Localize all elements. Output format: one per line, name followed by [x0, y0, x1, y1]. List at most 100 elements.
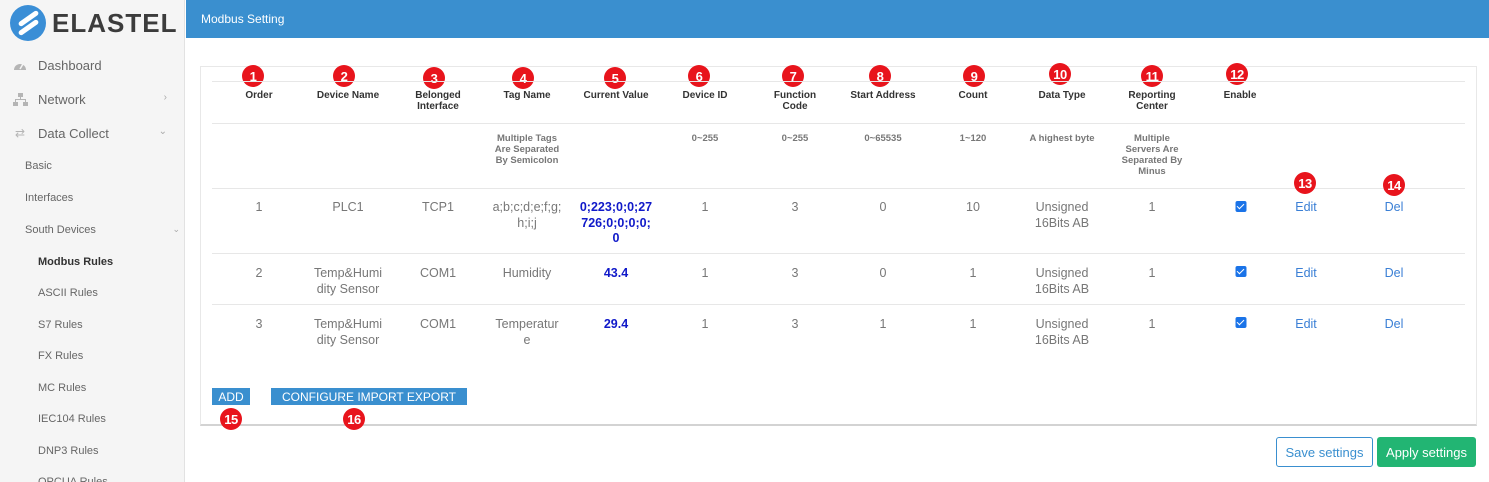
sidebar-item-ascii-rules[interactable]: ASCII Rules [0, 278, 184, 310]
col-header-start-address: Start Address [850, 90, 916, 101]
save-settings-button[interactable]: Save settings [1276, 437, 1373, 467]
hint-device-id: 0~255 [691, 133, 719, 144]
cell-data-type: Unsigned 16Bits AB [1034, 317, 1090, 347]
col-header-reporting-center: Reporting Center [1128, 90, 1176, 112]
col-header-count: Count [958, 90, 988, 101]
cell-interface: COM1 [419, 266, 457, 280]
cell-current-value: 29.4 [603, 317, 629, 331]
callout-badge: 14 [1383, 174, 1405, 196]
callout-badge: 15 [220, 408, 242, 430]
table-divider [212, 81, 1465, 82]
configure-import-export-button[interactable]: CONFIGURE IMPORT EXPORT [271, 388, 467, 405]
col-header-device-name: Device Name [316, 90, 380, 101]
cell-reporting-center: 1 [1148, 200, 1156, 214]
network-icon [12, 91, 28, 107]
table-divider [212, 188, 1465, 189]
logo-text: ELASTEL [52, 7, 178, 38]
hint-reporting-center: Multiple Servers Are Separated By Minus [1121, 133, 1183, 177]
cell-tag-name: Humidity [502, 266, 552, 280]
page-title: Modbus Setting [201, 12, 285, 26]
cell-order: 1 [255, 200, 263, 214]
edit-link[interactable]: Edit [1295, 266, 1317, 282]
sidebar-item-opcua-rules[interactable]: OPCUA Rules [0, 467, 184, 482]
cell-data-type: Unsigned 16Bits AB [1034, 266, 1090, 296]
callout-badge: 6 [688, 65, 710, 87]
col-header-function-code: Function Code [773, 90, 817, 112]
cell-order: 2 [255, 266, 263, 280]
cell-start-address: 1 [879, 317, 887, 331]
callout-badge: 9 [963, 65, 985, 87]
enable-checkbox[interactable] [1235, 317, 1247, 328]
cell-start-address: 0 [879, 266, 887, 280]
exchange-icon: ⇄ [14, 126, 26, 140]
cell-count: 1 [969, 266, 977, 280]
sidebar-item-dnp3-rules[interactable]: DNP3 Rules [0, 435, 184, 467]
cell-device-id: 1 [701, 200, 709, 214]
col-header-data-type: Data Type [1038, 90, 1086, 101]
sidebar-item-s7-rules[interactable]: S7 Rules [0, 309, 184, 341]
callout-badge: 4 [512, 67, 534, 89]
callout-badge: 1 [242, 65, 264, 87]
enable-checkbox[interactable] [1235, 201, 1247, 212]
callout-badge: 7 [782, 65, 804, 87]
chevron-down-icon: ⌄ [172, 224, 180, 234]
cell-count: 1 [969, 317, 977, 331]
modbus-rules-panel: 1 2 3 4 5 6 7 8 9 10 11 12 Order Device … [200, 63, 1477, 430]
hint-tag-name: Multiple Tags Are Separated By Semicolon [494, 133, 560, 166]
cell-device-name: PLC1 [332, 200, 364, 214]
apply-settings-button[interactable]: Apply settings [1377, 437, 1476, 467]
cell-reporting-center: 1 [1148, 317, 1156, 331]
cell-function-code: 3 [791, 266, 799, 280]
sidebar-item-iec104-rules[interactable]: IEC104 Rules [0, 404, 184, 436]
callout-badge: 2 [333, 65, 355, 87]
table-divider [212, 253, 1465, 254]
chevron-right-icon: › [163, 92, 167, 103]
cell-device-id: 1 [701, 266, 709, 280]
sidebar-item-interfaces[interactable]: Interfaces [0, 182, 184, 214]
cell-current-value: 0;223;0;0;27726;0;0;0;0;0 [579, 200, 653, 245]
cell-reporting-center: 1 [1148, 266, 1156, 280]
hint-count: 1~120 [959, 133, 987, 144]
hint-function-code: 0~255 [781, 133, 809, 144]
add-button[interactable]: ADD [212, 388, 250, 405]
sidebar-item-network[interactable]: Network › [0, 82, 184, 116]
dashboard-icon [12, 57, 28, 73]
sidebar-item-label: Network [38, 91, 86, 107]
delete-link[interactable]: Del [1385, 266, 1404, 282]
delete-link[interactable]: Del [1385, 317, 1404, 333]
logo: ELASTEL [10, 5, 178, 41]
enable-checkbox[interactable] [1235, 266, 1247, 277]
sidebar-item-fx-rules[interactable]: FX Rules [0, 341, 184, 373]
edit-link[interactable]: Edit [1295, 317, 1317, 333]
col-header-tag-name: Tag Name [503, 90, 551, 101]
cell-tag-name: Temperature [495, 317, 559, 347]
callout-badge: 11 [1141, 65, 1163, 87]
sidebar-nav: Dashboard Network › ⇄ Data Collect ⌄ Bas… [0, 48, 184, 482]
sidebar-item-basic[interactable]: Basic [0, 150, 184, 182]
sidebar: ELASTEL Dashboard Network › ⇄ Data Colle… [0, 0, 185, 482]
hint-data-type: A highest byte [1029, 133, 1095, 144]
edit-link[interactable]: Edit [1295, 200, 1317, 216]
elastel-logo-icon [10, 5, 46, 41]
sidebar-item-data-collect[interactable]: ⇄ Data Collect ⌄ [0, 116, 184, 150]
sidebar-item-mc-rules[interactable]: MC Rules [0, 372, 184, 404]
cell-count: 10 [966, 200, 980, 214]
cell-current-value: 43.4 [603, 266, 629, 280]
sidebar-item-dashboard[interactable]: Dashboard [0, 48, 184, 82]
sidebar-item-south-devices[interactable]: South Devices ⌄ [0, 214, 184, 246]
cell-data-type: Unsigned 16Bits AB [1034, 200, 1090, 230]
sidebar-item-label: South Devices [25, 224, 96, 236]
col-header-device-id: Device ID [682, 90, 728, 101]
cell-function-code: 3 [791, 200, 799, 214]
cell-interface: TCP1 [422, 200, 454, 214]
cell-order: 3 [255, 317, 263, 331]
delete-link[interactable]: Del [1385, 200, 1404, 216]
callout-badge: 8 [869, 65, 891, 87]
callout-badge: 16 [343, 408, 365, 430]
table-divider [212, 304, 1465, 305]
app-root: ELASTEL Dashboard Network › ⇄ Data Colle… [0, 0, 1489, 482]
cell-device-name: Temp&Humidity Sensor [313, 317, 383, 347]
cell-start-address: 0 [879, 200, 887, 214]
sidebar-item-modbus-rules[interactable]: Modbus Rules [0, 246, 184, 278]
chevron-down-icon: ⌄ [158, 126, 167, 137]
